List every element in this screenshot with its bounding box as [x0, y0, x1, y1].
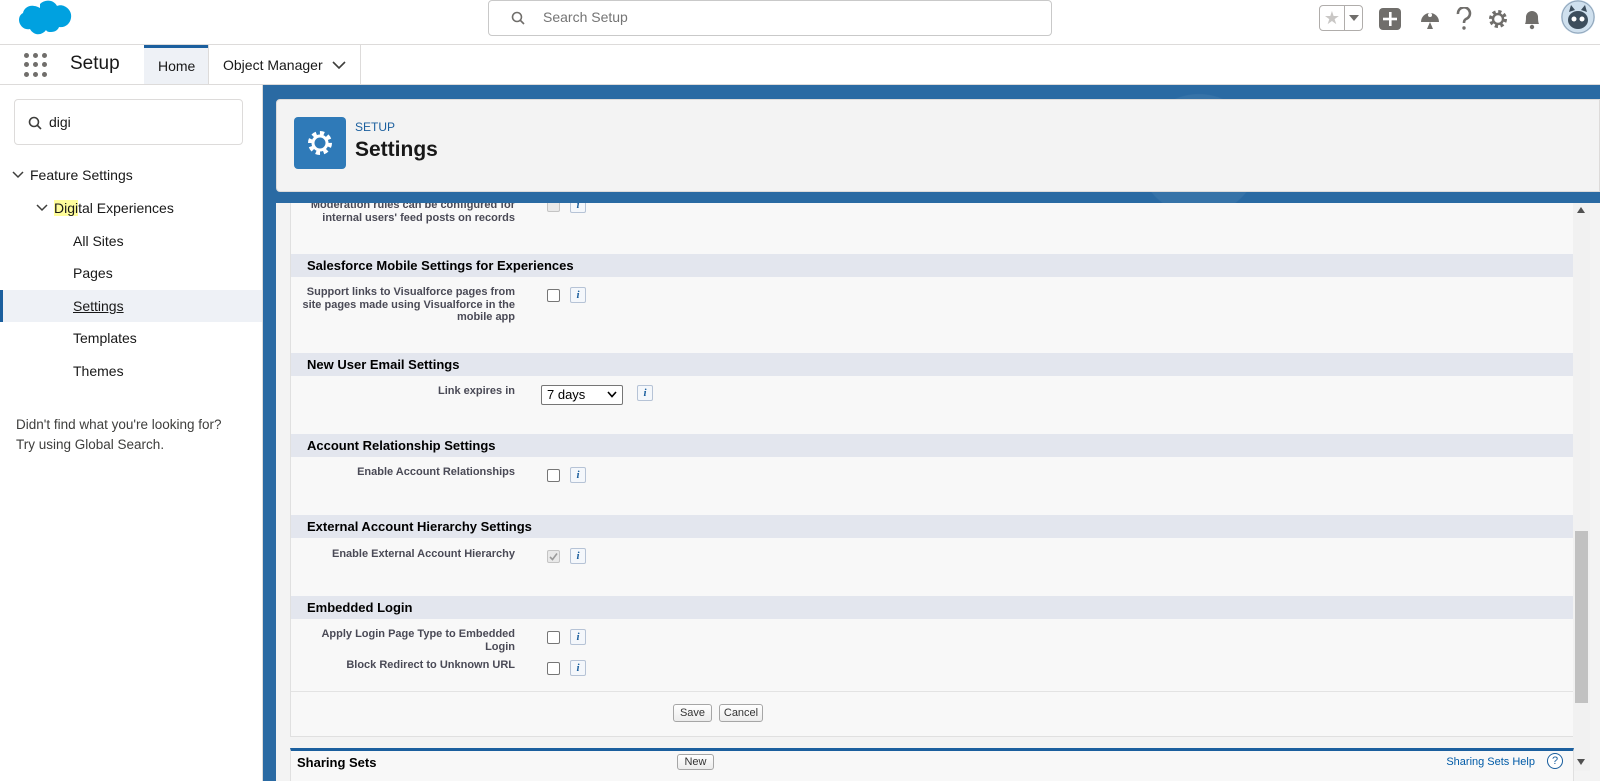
link-expires-label: Link expires in	[437, 385, 515, 397]
star-icon[interactable]: ★	[1320, 6, 1344, 30]
moderation-label: Moderation rules can be configured for i…	[310, 203, 515, 224]
search-icon	[28, 116, 42, 135]
tree-item-all-sites[interactable]: All Sites	[73, 231, 124, 251]
info-icon[interactable]: i	[570, 203, 586, 213]
tree-feature-settings-label: Feature Settings	[30, 167, 133, 183]
content-scrollbar[interactable]	[1573, 203, 1590, 771]
settings-gear-icon	[294, 117, 346, 169]
enable-account-rel-label: Enable Account Relationships	[357, 466, 515, 478]
quick-find-input[interactable]	[49, 114, 229, 130]
tree-item-label: Templates	[73, 330, 137, 346]
apply-login-page-type-label: Apply Login Page Type to Embedded Login	[321, 628, 515, 653]
notifications-bell-icon[interactable]	[1520, 7, 1544, 31]
global-search-input[interactable]	[543, 9, 1023, 25]
quick-find-box[interactable]	[14, 99, 243, 145]
apply-login-page-type-checkbox[interactable]	[547, 631, 560, 644]
tree-item-templates[interactable]: Templates	[73, 328, 137, 348]
scroll-up-arrow-icon[interactable]	[1577, 207, 1585, 213]
salesforce-logo[interactable]	[14, 0, 78, 43]
sharing-sets-help-link[interactable]: Sharing Sets Help	[1446, 756, 1535, 768]
sharing-sets-title: Sharing Sets	[297, 755, 377, 770]
tab-home-label: Home	[158, 58, 196, 74]
link-expires-select[interactable]: 7 days	[541, 385, 623, 405]
tab-home[interactable]: Home	[144, 45, 208, 84]
setup-sidebar: Feature Settings Digital Experiences All…	[0, 85, 263, 781]
tree-item-label: All Sites	[73, 233, 124, 249]
info-icon[interactable]: i	[570, 629, 586, 645]
enable-account-rel-checkbox[interactable]	[547, 469, 560, 482]
page-title: Settings	[355, 138, 438, 161]
info-icon[interactable]: i	[570, 660, 586, 676]
search-match-highlight: Digi	[54, 200, 79, 216]
section-new-user-email: New User Email Settings	[291, 353, 1573, 376]
section-external-hierarchy: External Account Hierarchy Settings	[291, 515, 1573, 538]
tree-feature-settings[interactable]: Feature Settings	[10, 165, 133, 185]
tree-digital-experiences-label: Digital Experiences	[54, 200, 174, 216]
help-question-icon[interactable]: ?	[1547, 753, 1563, 769]
app-launcher-icon[interactable]	[24, 53, 48, 77]
tree-item-label: Settings	[73, 298, 124, 314]
info-icon[interactable]: i	[570, 548, 586, 564]
section-embedded-login: Embedded Login	[291, 596, 1573, 619]
tree-selected-indicator	[0, 290, 262, 322]
settings-form: Moderation rules can be configured for i…	[290, 203, 1574, 737]
sidebar-help-line-2[interactable]: Try using Global Search.	[16, 435, 222, 455]
tree-item-settings[interactable]: Settings	[73, 296, 124, 316]
block-redirect-label: Block Redirect to Unknown URL	[346, 659, 515, 671]
settings-panel: Moderation rules can be configured for i…	[276, 203, 1600, 781]
chevron-down-icon[interactable]	[332, 60, 346, 69]
section-account-relationship: Account Relationship Settings	[291, 434, 1573, 457]
global-search[interactable]	[488, 0, 1052, 36]
favorites-list-button[interactable]	[1344, 6, 1362, 30]
gear-icon[interactable]	[1486, 7, 1510, 31]
checkmark-icon	[549, 553, 558, 561]
moderation-checkbox[interactable]	[547, 203, 560, 212]
info-icon[interactable]: i	[637, 385, 653, 401]
save-button[interactable]: Save	[673, 704, 712, 722]
tree-item-pages[interactable]: Pages	[73, 263, 113, 283]
sidebar-help-line-1: Didn't find what you're looking for?	[16, 417, 222, 432]
support-links-checkbox[interactable]	[547, 289, 560, 302]
tree-item-label: Pages	[73, 265, 113, 281]
chevron-down-icon	[36, 204, 48, 212]
new-sharing-set-button[interactable]: New	[677, 754, 714, 770]
global-header: ★	[0, 0, 1600, 45]
app-name: Setup	[70, 53, 120, 74]
chevron-down-icon	[607, 391, 617, 398]
tree-digital-experiences[interactable]: Digital Experiences	[34, 198, 174, 218]
support-links-label: Support links to Visualforce pages from …	[302, 286, 515, 323]
form-button-row: Save Cancel	[291, 691, 1573, 736]
user-avatar[interactable]	[1561, 0, 1595, 34]
scroll-thumb[interactable]	[1575, 531, 1588, 703]
scroll-down-arrow-icon[interactable]	[1577, 759, 1585, 765]
info-icon[interactable]: i	[570, 467, 586, 483]
section-mobile-settings: Salesforce Mobile Settings for Experienc…	[291, 254, 1573, 277]
page-header: SETUP Settings	[276, 99, 1600, 192]
search-icon	[511, 11, 525, 30]
trailhead-icon[interactable]	[1418, 7, 1442, 31]
sidebar-help-text: Didn't find what you're looking for? Try…	[16, 415, 222, 455]
global-actions-add-icon[interactable]	[1378, 7, 1402, 31]
link-expires-value: 7 days	[547, 387, 586, 402]
app-navigation: Setup Home Object Manager	[0, 45, 1600, 85]
sharing-sets-section: Sharing Sets New Sharing Sets Help ?	[290, 748, 1574, 781]
chevron-down-icon	[12, 171, 24, 179]
chevron-down-icon	[1348, 15, 1359, 21]
tab-object-manager[interactable]: Object Manager	[208, 45, 361, 84]
tree-item-themes[interactable]: Themes	[73, 361, 124, 381]
enable-ext-hierarchy-label: Enable External Account Hierarchy	[332, 548, 515, 560]
tree-digital-experiences-label-rest: tal Experiences	[78, 200, 174, 216]
enable-ext-hierarchy-checkbox	[547, 550, 560, 563]
help-icon[interactable]	[1452, 7, 1476, 31]
info-icon[interactable]: i	[570, 287, 586, 303]
tab-object-manager-label: Object Manager	[223, 56, 323, 73]
page-eyebrow: SETUP	[355, 120, 396, 134]
favorites-group[interactable]: ★	[1319, 5, 1363, 31]
block-redirect-checkbox[interactable]	[547, 662, 560, 675]
tree-item-label: Themes	[73, 363, 124, 379]
cancel-button[interactable]: Cancel	[719, 704, 763, 722]
